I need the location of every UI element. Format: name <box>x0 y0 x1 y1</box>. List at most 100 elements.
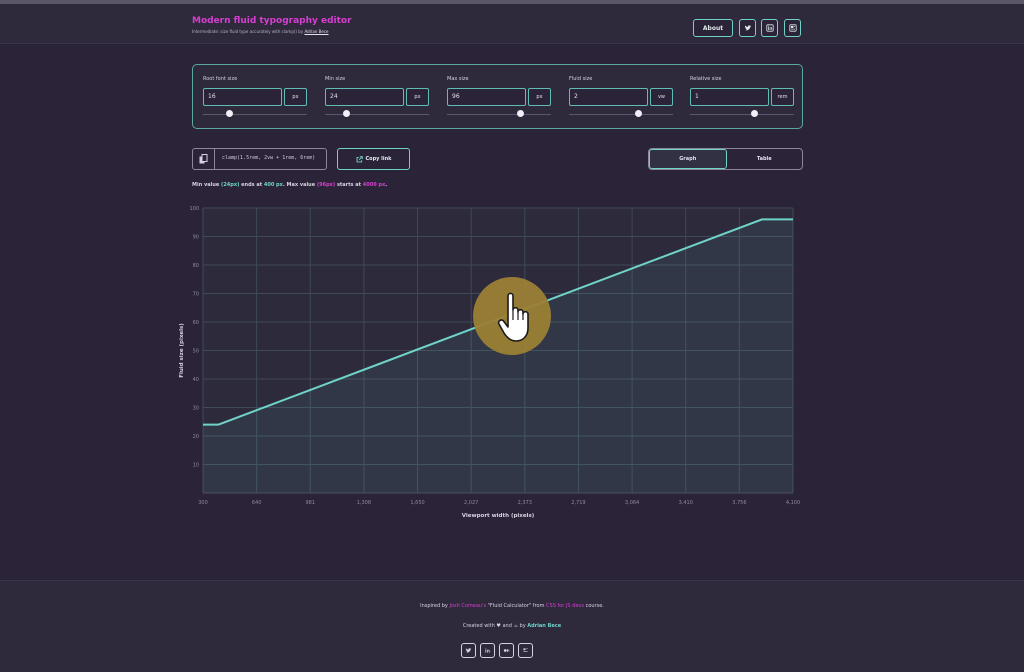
unit-select[interactable]: px <box>284 88 307 106</box>
clamp-code: clamp(1.5rem, 2vw + 1rem, 6rem) <box>222 155 316 161</box>
max-value: (96px) <box>316 182 336 188</box>
copy-link-button[interactable]: Copy link <box>337 148 410 170</box>
x-tick-label: 3,410 <box>679 500 693 506</box>
slider-track[interactable] <box>447 114 551 115</box>
copy-icon <box>199 154 208 164</box>
footer-social-icons <box>461 643 533 658</box>
x-tick-label: 3,064 <box>625 500 639 506</box>
author-link[interactable]: Adrian Bece <box>304 29 328 34</box>
y-tick-label: 30 <box>193 406 199 412</box>
root-font-size-input[interactable]: 16 <box>203 88 282 106</box>
unit-select[interactable]: vw <box>650 88 673 106</box>
subtitle-text: Intermediate: size fluid type accurately… <box>192 29 304 34</box>
blog-button[interactable] <box>784 19 801 37</box>
cursor-highlight <box>472 274 552 358</box>
about-button[interactable]: About <box>693 19 733 37</box>
slider-thumb[interactable] <box>751 110 758 117</box>
footer-created: Created with ♥ and ☕ by Adrian Bece <box>0 623 1024 629</box>
relative-size-input[interactable]: 1 <box>690 88 769 106</box>
footer-credits: Inspired by Josh Comeau's "Fluid Calcula… <box>0 603 1024 609</box>
medium-icon <box>503 649 510 652</box>
min-size-control: Min size 24 px <box>325 65 429 130</box>
x-tick-label: 4,100 <box>786 500 800 506</box>
slider-thumb[interactable] <box>226 110 233 117</box>
twitter-icon <box>465 648 472 653</box>
control-label: Max size <box>447 76 469 82</box>
y-tick-label: 60 <box>193 320 199 326</box>
x-axis-label: Viewport width (pixels) <box>462 513 535 519</box>
control-label: Root font size <box>203 76 238 82</box>
control-label: Min size <box>325 76 346 82</box>
slider-thumb[interactable] <box>635 110 642 117</box>
page-footer: Inspired by Josh Comeau's "Fluid Calcula… <box>0 580 1024 672</box>
x-tick-label: 300 <box>198 500 208 506</box>
hand-pointer-icon <box>473 277 551 355</box>
slider-track[interactable] <box>203 114 307 115</box>
twitter-button[interactable] <box>739 19 756 37</box>
tab-table[interactable]: Table <box>727 149 803 169</box>
view-toggle: Graph Table <box>648 148 803 170</box>
app-title: Modern fluid typography editor <box>192 16 352 26</box>
fluid-size-chart: 300 640 981 1,308 1,650 2,027 2,373 2,719 3,064 3… <box>179 206 800 519</box>
x-tick-label: 981 <box>305 500 315 506</box>
footer-linkedin-button[interactable] <box>480 643 495 658</box>
copy-clamp-button[interactable] <box>193 149 215 169</box>
linkedin-button[interactable] <box>761 19 778 37</box>
slider-thumb[interactable] <box>343 110 350 117</box>
y-tick-label: 100 <box>189 206 199 212</box>
slider-thumb[interactable] <box>517 110 524 117</box>
min-viewport: 400 px <box>263 182 283 188</box>
min-size-input[interactable]: 24 <box>325 88 404 106</box>
external-link-icon <box>356 155 363 162</box>
fluid-size-control: Fluid size 2 vw <box>569 65 673 130</box>
unit-select[interactable]: px <box>406 88 429 106</box>
tab-graph[interactable]: Graph <box>649 149 727 169</box>
relative-size-control: Relative size 1 rem <box>690 65 794 130</box>
unit-select[interactable]: px <box>528 88 551 106</box>
min-value: (24px) <box>221 182 240 188</box>
clamp-output: clamp(1.5rem, 2vw + 1rem, 6rem) <box>192 148 327 170</box>
footer-medium-button[interactable] <box>499 643 514 658</box>
footer-text: by <box>517 623 528 629</box>
footer-twitter-button[interactable] <box>461 643 476 658</box>
range-note-text: ends at <box>239 182 264 188</box>
max-size-control: Max size 96 px <box>447 65 551 130</box>
blog-icon <box>523 648 528 652</box>
y-tick-label: 80 <box>193 263 199 269</box>
y-axis-label: Fluid size (pixels) <box>179 323 185 378</box>
range-note-text: Min value <box>192 182 222 188</box>
fluid-size-input[interactable]: 2 <box>569 88 648 106</box>
unit-select[interactable]: rem <box>771 88 794 106</box>
range-note-text: . Max value <box>282 182 317 188</box>
slider-track[interactable] <box>569 114 673 115</box>
max-viewport: 4000 px <box>362 182 386 188</box>
footer-text: "Fluid Calculator" from <box>486 603 547 609</box>
y-tick-label: 70 <box>193 292 199 298</box>
y-tick-label: 50 <box>193 349 199 355</box>
control-label: Fluid size <box>569 76 593 82</box>
slider-track[interactable] <box>325 114 429 115</box>
blog-icon <box>788 24 797 32</box>
linkedin-icon <box>485 648 490 653</box>
author-link[interactable]: Adrian Bece <box>527 623 561 629</box>
copy-link-label: Copy link <box>365 156 392 162</box>
course-link[interactable]: CSS for JS devs <box>546 603 584 609</box>
x-tick-label: 2,719 <box>571 500 585 506</box>
x-tick-label: 3,756 <box>732 500 746 506</box>
josh-comeau-link[interactable]: Josh Comeau's <box>449 603 486 609</box>
slider-track[interactable] <box>690 114 794 115</box>
linkedin-icon <box>765 24 774 32</box>
footer-blog-button[interactable] <box>518 643 533 658</box>
twitter-icon <box>744 25 751 31</box>
y-tick-label: 40 <box>193 377 199 383</box>
range-note: Min value (24px) ends at 400 px. Max val… <box>192 182 387 188</box>
x-tick-label: 640 <box>252 500 262 506</box>
app-header: Modern fluid typography editor Intermedi… <box>0 4 1024 44</box>
footer-text: course. <box>583 603 604 609</box>
x-tick-label: 2,373 <box>518 500 532 506</box>
x-tick-label: 1,308 <box>357 500 371 506</box>
max-size-input[interactable]: 96 <box>447 88 526 106</box>
range-note-text: starts at <box>335 182 363 188</box>
app-subtitle: Intermediate: size fluid type accurately… <box>192 29 329 34</box>
y-tick-label: 10 <box>193 463 199 469</box>
